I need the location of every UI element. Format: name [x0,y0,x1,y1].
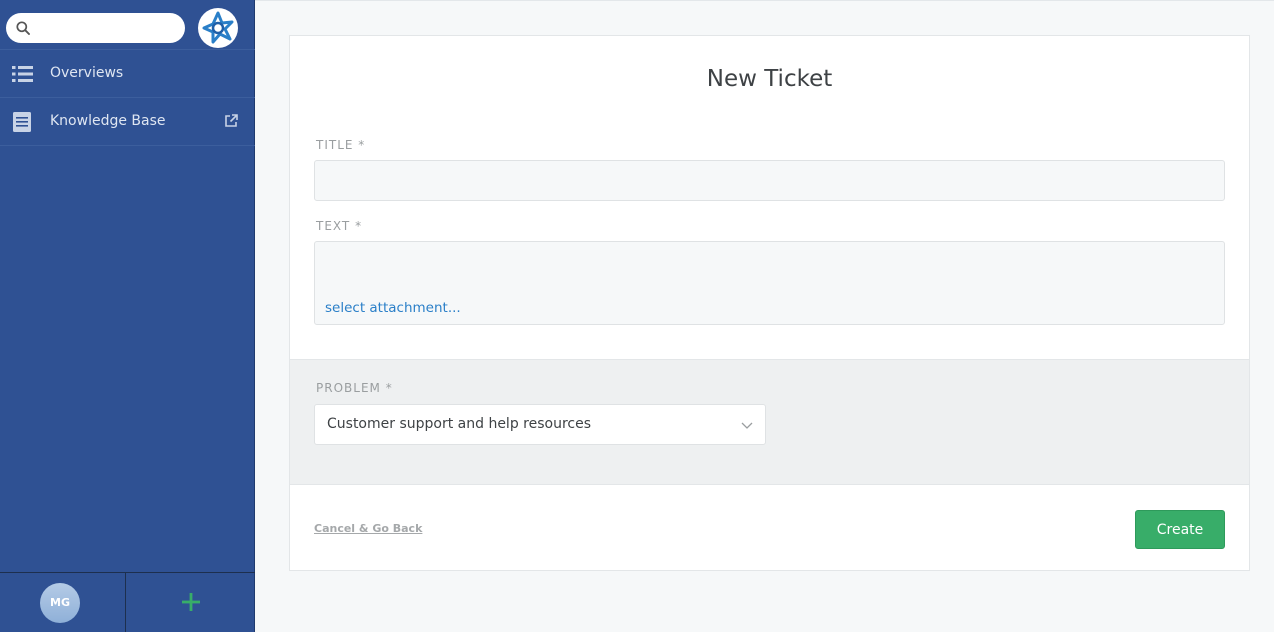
sidebar-item-knowledge-base[interactable]: Knowledge Base [0,98,255,146]
chevron-down-icon [741,422,753,429]
search-box[interactable] [6,13,185,43]
avatar[interactable]: MG [40,583,80,623]
title-label: TITLE * [316,138,366,152]
page-title: New Ticket [706,66,833,92]
add-button[interactable] [126,573,255,632]
sidebar-item-label: Knowledge Base [50,113,166,129]
top-divider [255,0,1274,1]
logo-icon[interactable] [198,8,238,48]
sidebar-footer: MG [0,572,255,632]
problem-label: PROBLEM * [316,381,393,395]
sidebar-item-overviews[interactable]: Overviews [0,50,255,98]
sidebar: Overviews Knowledge Base MG [0,0,255,632]
problem-select-value: Customer support and help resources [327,416,592,432]
search-row [0,0,255,50]
plus-icon [182,593,200,611]
select-attachment-link[interactable]: select attachment... [325,300,461,316]
new-ticket-form: New Ticket TITLE * TEXT * select attachm… [289,35,1250,571]
search-icon [16,21,30,35]
problem-select[interactable]: Customer support and help resources [314,404,766,445]
text-label: TEXT * [316,219,363,233]
title-input[interactable] [314,160,1225,201]
external-link-icon [225,114,238,127]
create-button[interactable]: Create [1135,510,1225,549]
problem-section: PROBLEM * Customer support and help reso… [290,359,1249,485]
list-icon [12,66,33,82]
book-icon [13,112,31,132]
search-input[interactable] [38,18,178,38]
text-editor[interactable]: select attachment... [314,241,1225,325]
avatar-cell: MG [0,573,126,632]
cancel-go-back-link[interactable]: Cancel & Go Back [314,522,422,535]
sidebar-item-label: Overviews [50,65,124,81]
